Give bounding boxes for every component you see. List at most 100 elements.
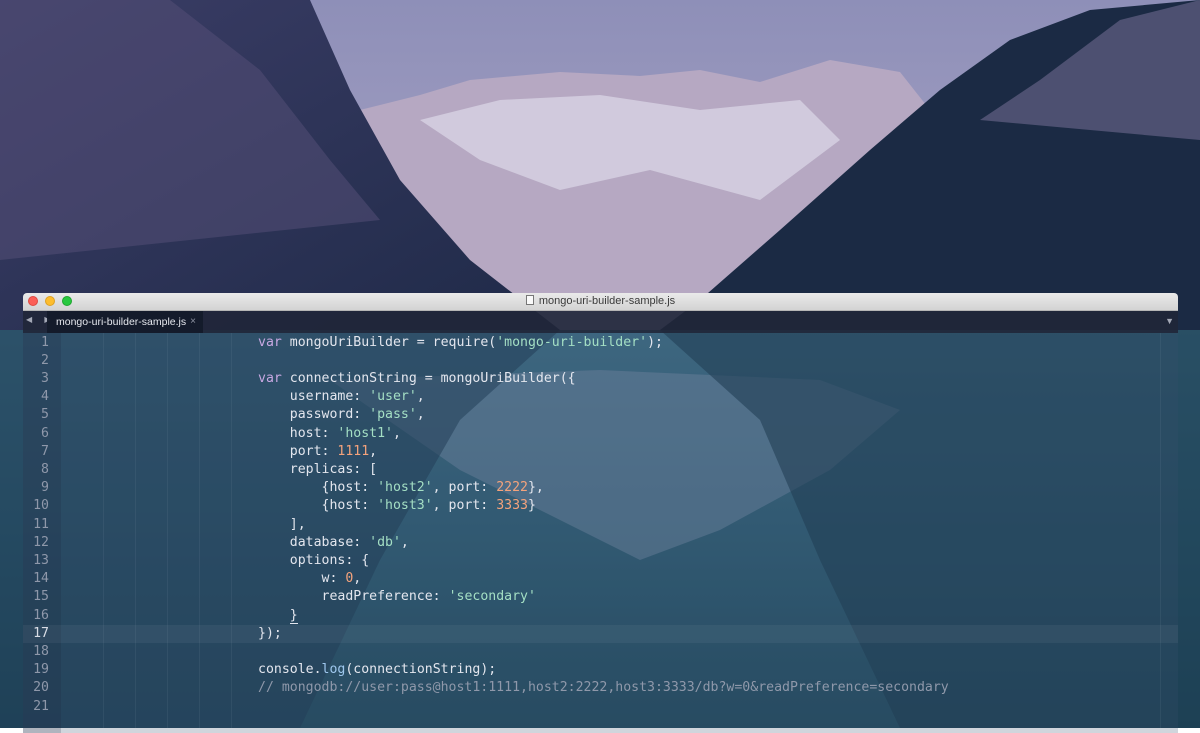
code-token: database: xyxy=(258,534,370,550)
code-token: , port: xyxy=(432,480,497,496)
code-line[interactable]: 3 var connectionString = mongoUriBuilder(… xyxy=(23,370,1178,388)
code-token: password: xyxy=(258,407,370,423)
line-number: 13 xyxy=(33,552,49,568)
code-token: var xyxy=(258,334,282,350)
code-text: var connectionString = mongoUriBuilder({ xyxy=(258,370,576,388)
code-line[interactable]: 17}); xyxy=(23,624,1178,643)
code-token: connectionString = mongoUriBuilder({ xyxy=(281,370,576,386)
line-number: 14 xyxy=(33,571,49,587)
line-number: 5 xyxy=(41,407,49,423)
code-text: } xyxy=(258,607,298,625)
code-token: 'mongo-uri-builder' xyxy=(496,334,648,350)
code-token: }); xyxy=(258,625,282,641)
line-number: 20 xyxy=(33,680,49,696)
tab-menu-icon[interactable]: ▼ xyxy=(1165,316,1174,326)
editor-window: mongo-uri-builder-sample.js ◀ ▶ mongo-ur… xyxy=(23,293,1178,733)
code-token: 2222 xyxy=(496,480,528,496)
code-line[interactable]: 13 options: { xyxy=(23,552,1178,570)
code-line[interactable]: 11 ], xyxy=(23,516,1178,534)
code-line[interactable]: 21 xyxy=(23,698,1178,716)
code-line[interactable]: 14 w: 0, xyxy=(23,570,1178,588)
code-line[interactable]: 15 readPreference: 'secondary' xyxy=(23,588,1178,606)
tab-mongo-uri-builder-sample[interactable]: mongo-uri-builder-sample.js × xyxy=(47,311,203,333)
code-line[interactable]: 2 xyxy=(23,352,1178,370)
line-number: 18 xyxy=(33,643,49,659)
code-line[interactable]: 18 xyxy=(23,643,1178,661)
code-line[interactable]: 7 port: 1111, xyxy=(23,443,1178,461)
code-token: w: xyxy=(258,571,346,587)
code-line[interactable]: 20 // mongodb://user:pass@host1:1111,host… xyxy=(23,679,1178,697)
line-number: 10 xyxy=(33,498,49,514)
code-text: password: 'pass', xyxy=(258,406,425,424)
code-text: readPreference: 'secondary' xyxy=(258,588,536,606)
code-token: port: xyxy=(258,443,338,459)
line-number: 17 xyxy=(33,625,49,641)
code-token: host: xyxy=(258,425,338,441)
code-text: var mongoUriBuilder = require('mongo-uri… xyxy=(258,334,663,352)
code-line[interactable]: 12 database: 'db', xyxy=(23,534,1178,552)
code-token: {host: xyxy=(258,480,378,496)
code-text: w: 0, xyxy=(258,570,362,588)
code-token: } xyxy=(527,498,536,514)
code-token: // mongodb://user:pass@host1:1111,host2:… xyxy=(258,680,949,696)
code-token: 'host2' xyxy=(377,480,433,496)
code-token: replicas: [ xyxy=(258,461,378,477)
code-token: , port: xyxy=(432,498,497,514)
code-token: , xyxy=(369,443,378,459)
code-token: {host: xyxy=(258,498,378,514)
code-token: 'secondary' xyxy=(448,589,536,605)
line-number: 7 xyxy=(41,443,49,459)
code-text: database: 'db', xyxy=(258,534,409,552)
code-line[interactable]: 4 username: 'user', xyxy=(23,388,1178,406)
code-token: } xyxy=(289,607,298,624)
tab-bar: ◀ ▶ mongo-uri-builder-sample.js × ▼ xyxy=(23,311,1178,333)
code-line[interactable]: 10 {host: 'host3', port: 3333} xyxy=(23,497,1178,515)
code-text: port: 1111, xyxy=(258,443,377,461)
code-line[interactable]: 8 replicas: [ xyxy=(23,461,1178,479)
code-editor[interactable]: 1 var mongoUriBuilder = require('mongo-ur… xyxy=(23,333,1178,733)
code-token: username: xyxy=(258,389,370,405)
code-line[interactable]: 5 password: 'pass', xyxy=(23,406,1178,424)
code-line[interactable]: 9 {host: 'host2', port: 2222}, xyxy=(23,479,1178,497)
code-token: 3333 xyxy=(496,498,528,514)
code-token: options: { xyxy=(258,552,370,568)
code-text: replicas: [ xyxy=(258,461,377,479)
code-line[interactable]: 6 host: 'host1', xyxy=(23,425,1178,443)
line-number: 3 xyxy=(41,370,49,386)
code-token: 'user' xyxy=(369,389,417,405)
line-number: 4 xyxy=(41,389,49,405)
line-number: 12 xyxy=(33,534,49,550)
line-number: 15 xyxy=(33,589,49,605)
line-number: 6 xyxy=(41,425,49,441)
code-token: readPreference: xyxy=(258,589,449,605)
code-token: ], xyxy=(258,516,306,532)
code-token: , xyxy=(416,389,425,405)
line-number: 9 xyxy=(41,480,49,496)
code-text: console.log(connectionString); xyxy=(258,661,496,679)
document-icon xyxy=(525,295,534,305)
code-text: }); xyxy=(258,625,282,643)
code-text: {host: 'host2', port: 2222}, xyxy=(258,479,544,497)
code-token: , xyxy=(416,407,425,423)
code-token: 'host3' xyxy=(377,498,433,514)
title-bar: mongo-uri-builder-sample.js xyxy=(23,293,1178,311)
code-token: , xyxy=(392,425,401,441)
code-token: }, xyxy=(527,480,544,496)
code-line[interactable]: 19 console.log(connectionString); xyxy=(23,661,1178,679)
code-text: ], xyxy=(258,516,306,534)
close-tab-icon[interactable]: × xyxy=(190,311,196,333)
code-text: {host: 'host3', port: 3333} xyxy=(258,497,536,515)
code-token: 'pass' xyxy=(369,407,417,423)
line-number: 19 xyxy=(33,662,49,678)
code-token: ); xyxy=(647,334,663,350)
line-number: 16 xyxy=(33,607,49,623)
code-line[interactable]: 1 var mongoUriBuilder = require('mongo-ur… xyxy=(23,334,1178,352)
code-token: var xyxy=(258,370,282,386)
code-token: , xyxy=(353,571,362,587)
code-text: options: { xyxy=(258,552,369,570)
line-number: 8 xyxy=(41,461,49,477)
code-text: // mongodb://user:pass@host1:1111,host2:… xyxy=(258,679,949,697)
tab-label: mongo-uri-builder-sample.js xyxy=(56,316,187,328)
code-line[interactable]: 16 } xyxy=(23,607,1178,625)
